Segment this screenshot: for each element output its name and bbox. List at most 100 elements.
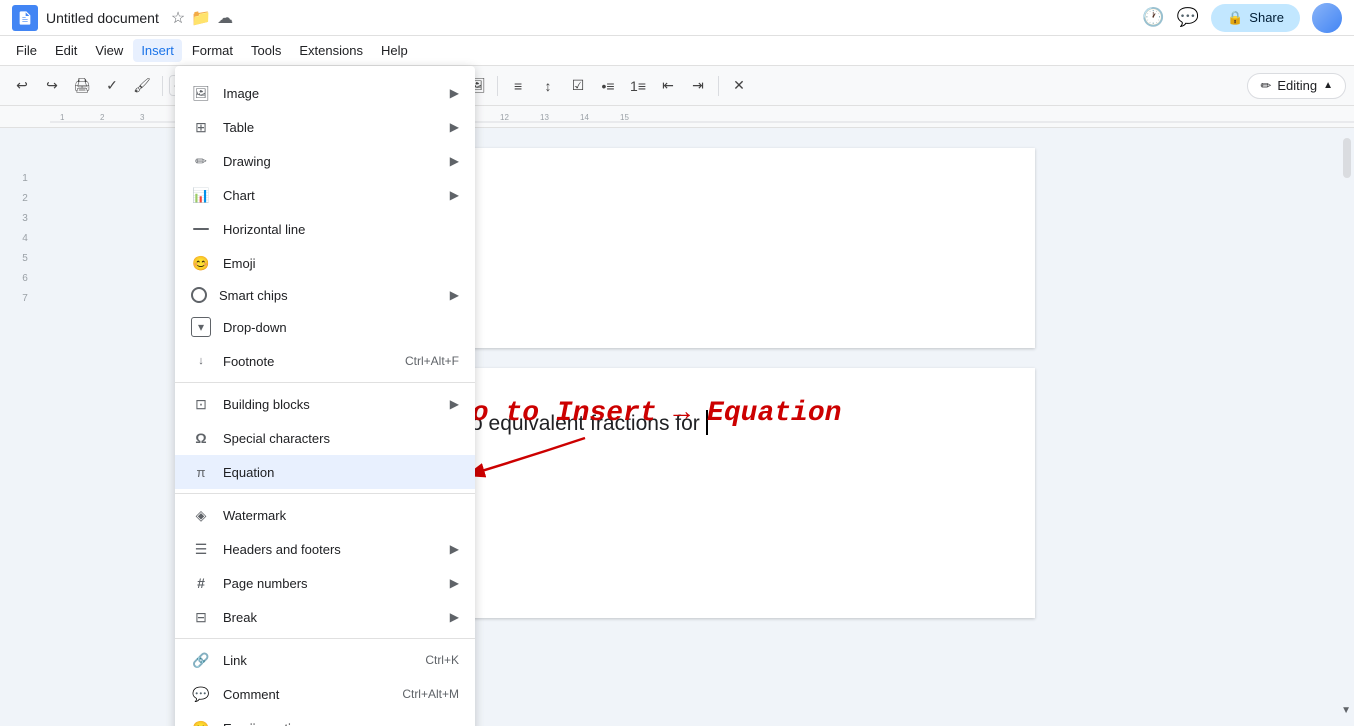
paint-format-button[interactable]: 🖌	[128, 72, 156, 100]
line-1: 1	[22, 168, 28, 188]
menu-item-emoji[interactable]: 😊 Emoji	[175, 246, 475, 280]
editing-controls: ✏ Editing ▲	[1247, 73, 1346, 99]
text-cursor	[706, 410, 708, 435]
arrow-icon-drawing	[450, 154, 459, 168]
emoji-reaction-icon: 😊	[191, 718, 211, 726]
menu-file[interactable]: File	[8, 39, 45, 62]
numbered-list-button[interactable]: 1≡	[624, 72, 652, 100]
arrow-icon-chart	[450, 188, 459, 202]
menu-section-1: 🖼 Image ⊞ Table ✏ Drawing 📊 Chart Horizo…	[175, 72, 475, 383]
menu-item-special-characters[interactable]: Ω Special characters	[175, 421, 475, 455]
line-5: 5	[22, 248, 28, 268]
menu-tools[interactable]: Tools	[243, 39, 289, 62]
clear-formatting-button[interactable]: ✕	[725, 72, 753, 100]
menu-item-dropdown[interactable]: ▾ Drop-down	[175, 310, 475, 344]
menu-item-equation[interactable]: π Equation	[175, 455, 475, 489]
arrow-icon-building-blocks	[450, 397, 459, 411]
menu-item-comment[interactable]: 💬 Comment Ctrl+Alt+M	[175, 677, 475, 711]
headers-footers-icon: ☰	[191, 539, 211, 559]
svg-text:12: 12	[500, 113, 509, 122]
svg-text:2: 2	[100, 113, 105, 122]
print-button[interactable]: 🖨	[68, 72, 96, 100]
bullet-list-button[interactable]: •≡	[594, 72, 622, 100]
line-4: 4	[22, 228, 28, 248]
spell-check-button[interactable]: ✓	[98, 72, 126, 100]
arrow-icon-smart-chips	[450, 288, 459, 302]
chevron-up-icon: ▲	[1323, 80, 1333, 91]
history-icon[interactable]: 🕐	[1142, 7, 1164, 28]
emoji-icon: 😊	[191, 253, 211, 273]
star-icon[interactable]: ☆	[171, 8, 185, 28]
menu-section-2: ⊡ Building blocks Ω Special characters π…	[175, 383, 475, 494]
menu-item-watermark[interactable]: ◈ Watermark	[175, 498, 475, 532]
footnote-icon: ↓	[191, 351, 211, 371]
menu-section-4: 🔗 Link Ctrl+K 💬 Comment Ctrl+Alt+M 😊 Emo…	[175, 639, 475, 726]
editing-mode-button[interactable]: ✏ Editing ▲	[1247, 73, 1346, 99]
title-actions: ☆ 📁 ☁	[171, 8, 233, 28]
menu-insert[interactable]: Insert	[133, 39, 182, 62]
menu-format[interactable]: Format	[184, 39, 241, 62]
indent-increase-button[interactable]: ⇥	[684, 72, 712, 100]
menu-extensions[interactable]: Extensions	[291, 39, 371, 62]
menu-item-page-numbers[interactable]: # Page numbers	[175, 566, 475, 600]
toolbar-separator-4	[497, 76, 498, 96]
menu-item-link[interactable]: 🔗 Link Ctrl+K	[175, 643, 475, 677]
redo-button[interactable]: ↪	[38, 72, 66, 100]
menu-item-chart[interactable]: 📊 Chart	[175, 178, 475, 212]
link-icon: 🔗	[191, 650, 211, 670]
arrow-icon-table	[450, 120, 459, 134]
menu-help[interactable]: Help	[373, 39, 416, 62]
smart-chips-icon	[191, 287, 207, 303]
share-button[interactable]: 🔒 Share	[1211, 4, 1300, 32]
line-7: 7	[22, 288, 28, 308]
align-button[interactable]: ≡	[504, 72, 532, 100]
menu-edit[interactable]: Edit	[47, 39, 85, 62]
chart-icon: 📊	[191, 185, 211, 205]
scroll-down-arrow[interactable]: ▼	[1341, 705, 1351, 716]
menu-item-headers-footers[interactable]: ☰ Headers and footers	[175, 532, 475, 566]
equation-icon: π	[191, 462, 211, 482]
menu-item-emoji-reaction[interactable]: 😊 Emoji reaction	[175, 711, 475, 726]
line-numbers: 1 2 3 4 5 6 7	[0, 128, 50, 726]
google-docs-icon	[12, 5, 38, 31]
arrow-icon-break	[450, 610, 459, 624]
table-icon: ⊞	[191, 117, 211, 137]
avatar[interactable]	[1312, 3, 1342, 33]
folder-icon[interactable]: 📁	[191, 8, 211, 28]
menu-section-3: ◈ Watermark ☰ Headers and footers # Page…	[175, 494, 475, 639]
svg-text:15: 15	[620, 113, 629, 122]
scroll-thumb[interactable]	[1343, 138, 1351, 178]
page-numbers-icon: #	[191, 573, 211, 593]
line-6: 6	[22, 268, 28, 288]
comment-icon[interactable]: 💬	[1177, 7, 1199, 28]
svg-text:3: 3	[140, 113, 145, 122]
menu-item-footnote[interactable]: ↓ Footnote Ctrl+Alt+F	[175, 344, 475, 378]
svg-text:13: 13	[540, 113, 549, 122]
checklist-button[interactable]: ☑	[564, 72, 592, 100]
image-icon: 🖼	[191, 83, 211, 103]
title-bar: Untitled document ☆ 📁 ☁ 🕐 💬 🔒 Share	[0, 0, 1354, 36]
special-characters-icon: Ω	[191, 428, 211, 448]
insert-dropdown-menu: 🖼 Image ⊞ Table ✏ Drawing 📊 Chart Horizo…	[175, 66, 475, 726]
line-spacing-button[interactable]: ↕	[534, 72, 562, 100]
arrow-icon-page-numbers	[450, 576, 459, 590]
page-content[interactable]: rite two equivalent fractions for	[415, 408, 975, 440]
menu-item-drawing[interactable]: ✏ Drawing	[175, 144, 475, 178]
break-icon: ⊟	[191, 607, 211, 627]
cloud-icon[interactable]: ☁	[217, 8, 233, 28]
horizontal-line-icon	[191, 219, 211, 239]
toolbar-separator-1	[162, 76, 163, 96]
menu-item-smart-chips[interactable]: Smart chips	[175, 280, 475, 310]
scrollbar[interactable]: ▼	[1340, 128, 1354, 726]
menu-item-horizontal-line[interactable]: Horizontal line	[175, 212, 475, 246]
indent-decrease-button[interactable]: ⇤	[654, 72, 682, 100]
document-title[interactable]: Untitled document	[46, 10, 159, 26]
undo-button[interactable]: ↩	[8, 72, 36, 100]
menu-bar: File Edit View Insert Format Tools Exten…	[0, 36, 1354, 66]
menu-item-break[interactable]: ⊟ Break	[175, 600, 475, 634]
menu-item-table[interactable]: ⊞ Table	[175, 110, 475, 144]
menu-item-image[interactable]: 🖼 Image	[175, 76, 475, 110]
menu-view[interactable]: View	[87, 39, 131, 62]
toolbar-separator-5	[718, 76, 719, 96]
menu-item-building-blocks[interactable]: ⊡ Building blocks	[175, 387, 475, 421]
